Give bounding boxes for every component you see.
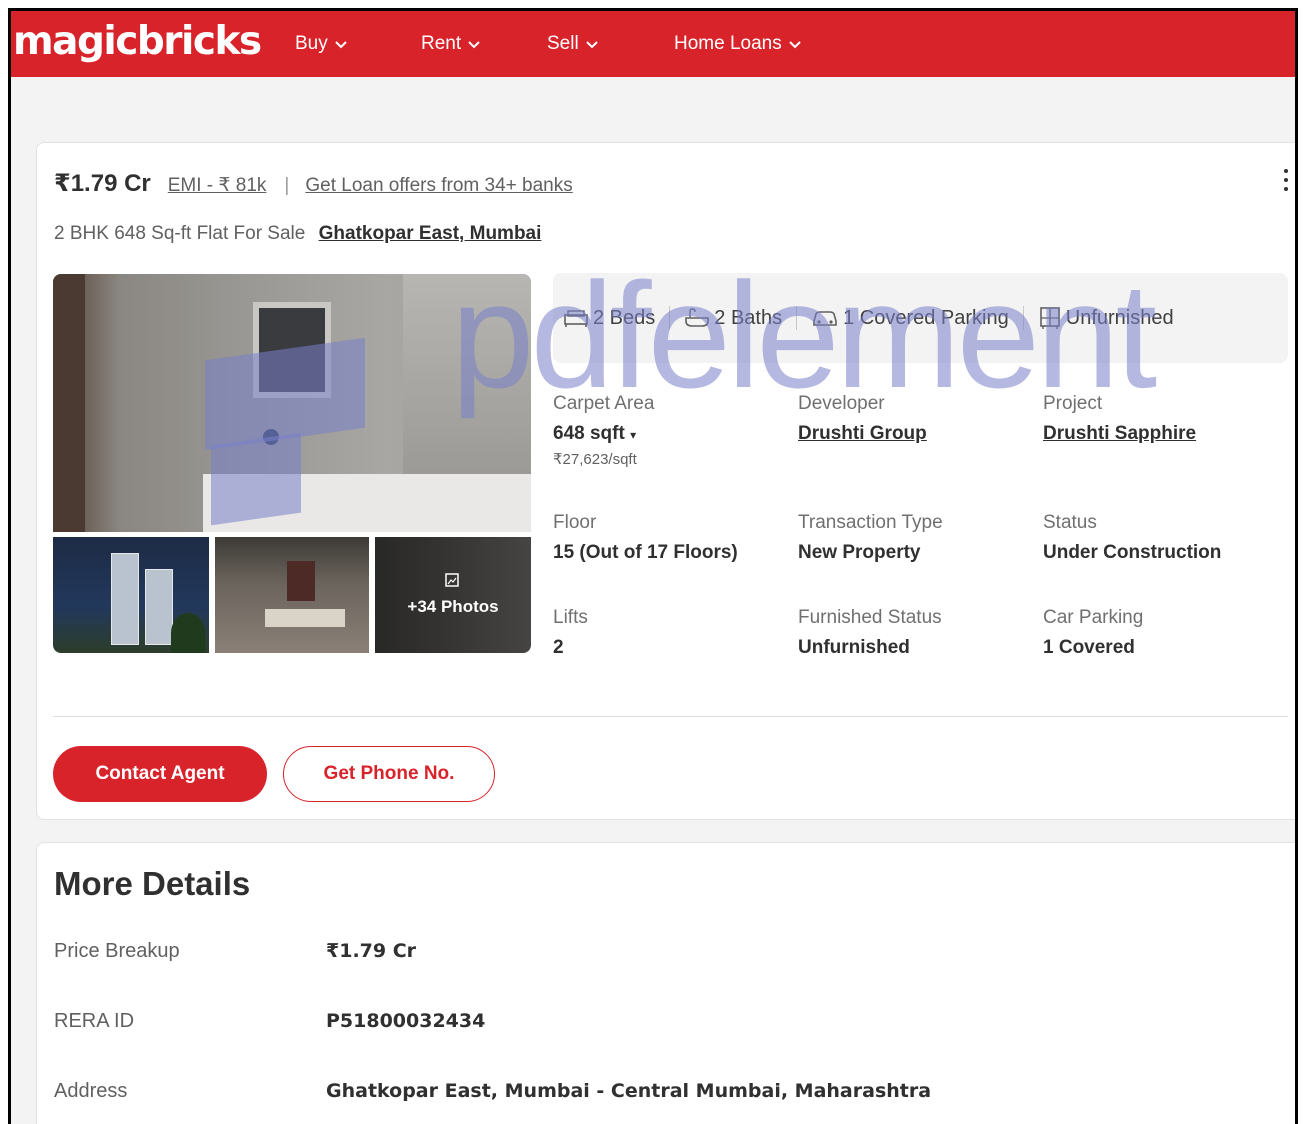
amenity-beds-label: 2 Beds — [593, 306, 656, 329]
amenities-bar: 2 Beds 2 Baths 1 Covered Parking Unfurni… — [553, 273, 1288, 363]
spec-value: New Property — [798, 542, 921, 563]
price-separator: | — [284, 175, 290, 196]
detail-row-address: Address Ghatkopar East, Mumbai - Central… — [54, 1080, 931, 1103]
nav-buy[interactable]: Buy — [295, 33, 348, 55]
developer-link[interactable]: Drushti Group — [798, 423, 927, 445]
property-price: ₹1.79 Cr — [54, 170, 151, 197]
detail-row-price-breakup: Price Breakup ₹1.79 Cr — [54, 940, 416, 963]
photo-thumbnail[interactable] — [215, 537, 369, 653]
nav-sell[interactable]: Sell — [547, 33, 599, 55]
photo-icon — [445, 573, 459, 587]
spec-label: Furnished Status — [798, 607, 942, 628]
spec-label: Lifts — [553, 607, 588, 628]
nav-home-loans-label: Home Loans — [674, 33, 782, 54]
spec-floor: Floor 15 (Out of 17 Floors) — [553, 512, 738, 564]
loan-offers-link[interactable]: Get Loan offers from 34+ banks — [305, 175, 572, 197]
nav-rent[interactable]: Rent — [421, 33, 481, 55]
amenity-furnishing-label: Unfurnished — [1065, 306, 1174, 329]
main-photo[interactable] — [53, 274, 531, 532]
browser-page: magicbricks Buy Rent Sell Home Loans ₹1.… — [8, 8, 1298, 1124]
nav-home-loans[interactable]: Home Loans — [674, 33, 802, 55]
more-options-icon[interactable] — [1283, 169, 1289, 197]
spec-developer: Developer Drushti Group — [798, 393, 927, 445]
nav-rent-label: Rent — [421, 33, 462, 54]
spec-label: Transaction Type — [798, 512, 943, 533]
price-row: ₹1.79 Cr EMI - ₹ 81k | Get Loan offers f… — [54, 169, 573, 198]
car-icon — [813, 311, 837, 326]
project-link[interactable]: Drushti Sapphire — [1043, 423, 1196, 445]
chevron-down-icon — [585, 41, 598, 49]
amenity-parking: 1 Covered Parking — [811, 307, 1009, 330]
property-card: ₹1.79 Cr EMI - ₹ 81k | Get Loan offers f… — [36, 142, 1295, 820]
emi-link[interactable]: EMI - ₹ 81k — [168, 174, 267, 197]
spec-label: Car Parking — [1043, 607, 1144, 628]
more-details-card: More Details Price Breakup ₹1.79 Cr RERA… — [36, 842, 1295, 1124]
detail-value: P51800032434 — [326, 1010, 486, 1032]
bath-icon — [685, 308, 710, 327]
more-photos-thumbnail[interactable]: +34 Photos — [375, 537, 531, 653]
spec-label: Carpet Area — [553, 393, 655, 414]
property-title-text: 2 BHK 648 Sq-ft Flat For Sale — [54, 223, 306, 244]
bed-icon — [564, 310, 588, 327]
property-title: 2 BHK 648 Sq-ft Flat For Sale Ghatkopar … — [54, 223, 541, 245]
spec-value: 1 Covered — [1043, 637, 1135, 658]
amenity-furnishing: Unfurnished — [1038, 306, 1174, 330]
spec-value[interactable]: 648 sqft ▾ — [553, 423, 654, 445]
card-divider — [53, 716, 1288, 717]
chevron-down-icon — [468, 41, 480, 49]
spec-label: Project — [1043, 393, 1103, 414]
detail-key: Address — [54, 1080, 128, 1102]
magicbricks-logo[interactable]: magicbricks — [13, 19, 262, 64]
spec-status: Status Under Construction — [1043, 512, 1221, 564]
detail-row-rera-id: RERA ID P51800032434 — [54, 1010, 485, 1033]
spec-carpet-area: Carpet Area 648 sqft ▾ ₹27,623/sqft — [553, 393, 654, 468]
contact-agent-button[interactable]: Contact Agent — [53, 746, 267, 802]
detail-value: ₹1.79 Cr — [326, 940, 417, 962]
amenity-baths: 2 Baths — [684, 307, 782, 330]
property-location-link[interactable]: Ghatkopar East, Mumbai — [319, 223, 542, 244]
chevron-down-icon — [335, 41, 347, 49]
caret-down-icon: ▾ — [630, 428, 637, 442]
wardrobe-icon — [1039, 307, 1060, 329]
spec-project: Project Drushti Sapphire — [1043, 393, 1196, 445]
spec-value: 2 — [553, 637, 564, 658]
spec-car-parking: Car Parking 1 Covered — [1043, 607, 1143, 659]
spec-label: Floor — [553, 512, 597, 533]
amenity-beds: 2 Beds — [563, 307, 655, 330]
price-per-sqft: ₹27,623/sqft — [553, 451, 637, 468]
photo-count-label: +34 Photos — [407, 597, 499, 616]
spec-value: Under Construction — [1043, 542, 1222, 563]
detail-value: Ghatkopar East, Mumbai - Central Mumbai,… — [326, 1080, 932, 1102]
detail-key: RERA ID — [54, 1010, 135, 1032]
detail-key: Price Breakup — [54, 940, 180, 962]
spec-label: Status — [1043, 512, 1097, 533]
spec-furnished-status: Furnished Status Unfurnished — [798, 607, 942, 659]
spec-label: Developer — [798, 393, 885, 414]
chevron-down-icon — [789, 41, 801, 49]
top-navbar: magicbricks Buy Rent Sell Home Loans — [11, 11, 1295, 77]
nav-buy-label: Buy — [295, 33, 328, 54]
spec-transaction-type: Transaction Type New Property — [798, 512, 943, 564]
photo-thumbnail[interactable] — [53, 537, 209, 653]
nav-sell-label: Sell — [547, 33, 579, 54]
get-phone-button[interactable]: Get Phone No. — [283, 746, 495, 802]
more-details-title: More Details — [54, 865, 251, 902]
amenity-parking-label: 1 Covered Parking — [843, 306, 1009, 329]
spec-lifts: Lifts 2 — [553, 607, 588, 659]
spec-value: 15 (Out of 17 Floors) — [553, 542, 738, 563]
amenity-baths-label: 2 Baths — [714, 306, 783, 329]
spec-value: Unfurnished — [798, 637, 910, 658]
